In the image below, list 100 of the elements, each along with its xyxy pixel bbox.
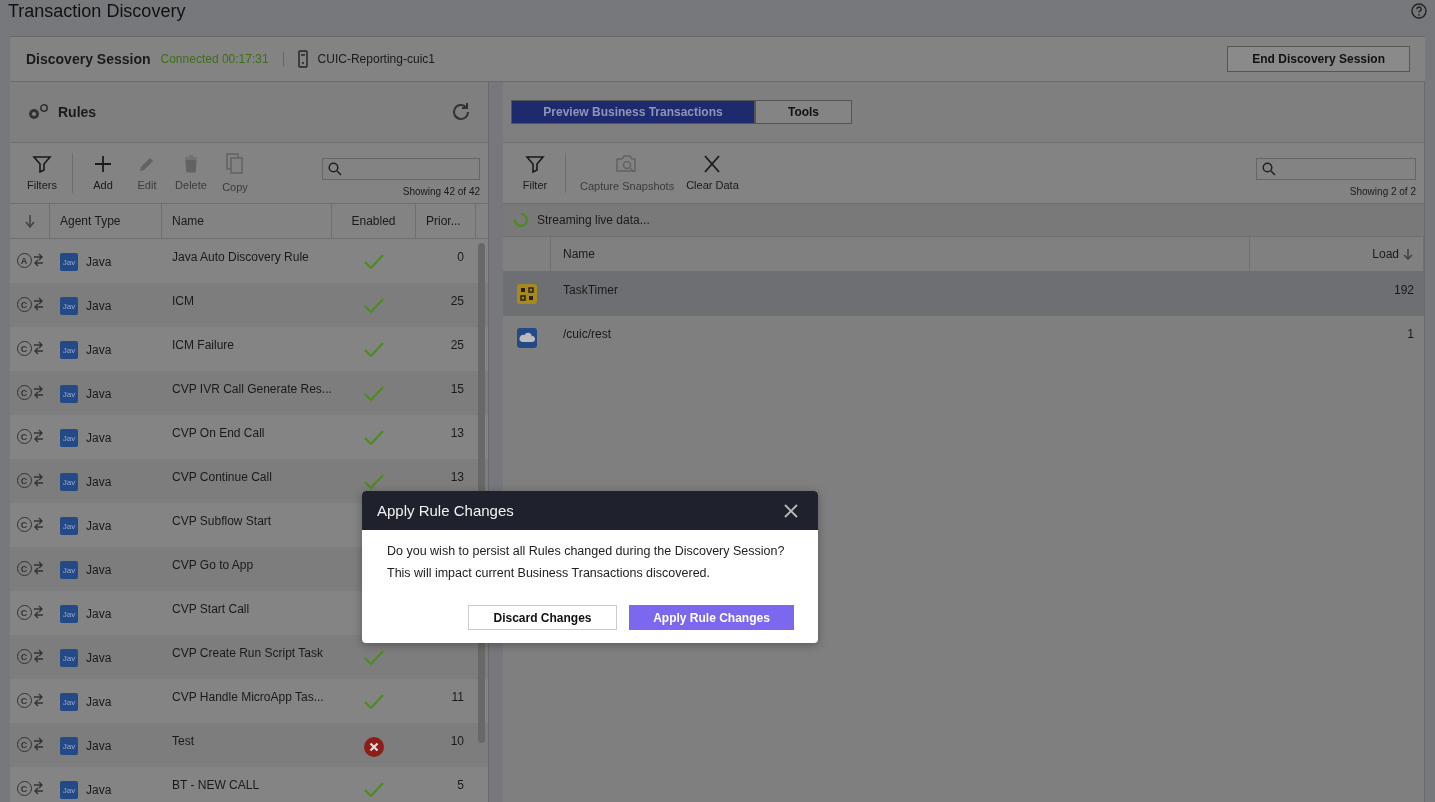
table-cell-text: Java bbox=[86, 518, 112, 535]
close-icon[interactable] bbox=[784, 503, 798, 518]
loading-spinner-icon bbox=[513, 212, 529, 228]
table-cell-text: Java bbox=[86, 342, 112, 359]
table-cell-text: Java bbox=[86, 254, 112, 271]
refresh-icon[interactable] bbox=[450, 101, 472, 123]
host-name: CUIC-Reporting-cuic1 bbox=[317, 52, 435, 66]
table-cell-text: Java bbox=[86, 386, 112, 403]
table-cell: 13 bbox=[450, 426, 464, 440]
column-header[interactable]: Load bbox=[1372, 247, 1399, 261]
java-logo: Jav bbox=[60, 385, 78, 403]
table-cell: 10 bbox=[450, 734, 464, 748]
swap-arrows-icon bbox=[32, 561, 44, 575]
table-cell: CVP Create Run Script Task bbox=[172, 646, 323, 660]
java-logo: Jav bbox=[60, 429, 78, 447]
add-tool-button[interactable]: Add bbox=[81, 151, 125, 195]
table-cell: 11 bbox=[451, 690, 464, 704]
table-cell-text: Java bbox=[86, 738, 112, 755]
table-cell: Test bbox=[172, 734, 194, 748]
cloud-icon bbox=[517, 328, 537, 348]
transaction-row[interactable]: TaskTimer 192 bbox=[503, 272, 1424, 316]
page-title: Transaction Discovery bbox=[8, 1, 186, 22]
result-count: Showing 42 of 42 bbox=[402, 185, 480, 197]
swap-arrows-icon bbox=[32, 605, 44, 619]
tab[interactable]: Tools bbox=[755, 100, 852, 124]
copy-icon bbox=[225, 153, 245, 175]
plus-icon bbox=[93, 155, 113, 173]
gears-icon bbox=[26, 103, 50, 121]
java-logo: Jav bbox=[60, 253, 78, 271]
session-label: Discovery Session bbox=[26, 51, 151, 67]
sort-down-icon[interactable] bbox=[1403, 248, 1413, 260]
java-logo: Jav bbox=[60, 561, 78, 579]
swap-arrows-icon bbox=[32, 473, 44, 487]
table-cell: CVP IVR Call Generate Res... bbox=[172, 382, 332, 396]
table-cell: CVP Handle MicroApp Tas... bbox=[172, 690, 324, 704]
table-cell-text: Java bbox=[86, 474, 112, 491]
filter-tool-button[interactable]: Filter bbox=[513, 151, 557, 195]
table-cell: 25 bbox=[450, 294, 464, 308]
search-field[interactable] bbox=[322, 157, 480, 180]
filter-icon bbox=[32, 155, 52, 173]
table-cell-text: Java bbox=[86, 694, 112, 711]
swap-arrows-icon bbox=[32, 693, 44, 707]
java-logo: Jav bbox=[60, 517, 78, 535]
search-icon bbox=[1262, 161, 1276, 176]
table-cell: CVP Continue Call bbox=[172, 470, 272, 484]
swap-arrows-icon bbox=[32, 781, 44, 795]
table-cell: 13 bbox=[450, 470, 464, 484]
table-cell: 15 bbox=[450, 382, 464, 396]
close-icon bbox=[702, 155, 723, 173]
table-cell: CVP Subflow Start bbox=[172, 514, 272, 528]
java-logo: Jav bbox=[60, 737, 78, 755]
streaming-status: Streaming live data... bbox=[537, 213, 650, 227]
column-header[interactable]: Prior... bbox=[416, 204, 476, 238]
session-status: Connected 00:17:31 bbox=[160, 52, 269, 66]
swap-arrows-icon bbox=[32, 341, 44, 355]
table-cell-text: TaskTimer bbox=[563, 283, 618, 299]
column-header[interactable]: Name bbox=[162, 204, 332, 238]
dialog-message: Do you wish to persist all Rules changed during the Discovery Session? bbox=[387, 544, 786, 558]
table-cell: BT - NEW CALL bbox=[172, 778, 260, 792]
search-field[interactable] bbox=[1256, 157, 1416, 180]
table-cell-text: Java bbox=[86, 298, 112, 315]
table-cell: Java Auto Discovery Rule bbox=[172, 250, 309, 264]
column-header[interactable]: Name bbox=[551, 237, 1250, 271]
table-cell: ICM Failure bbox=[172, 338, 234, 352]
table-cell: CVP Start Call bbox=[172, 602, 250, 616]
end-session-button[interactable]: End Discovery Session bbox=[1227, 46, 1410, 72]
table-cell-text: Java bbox=[86, 562, 112, 579]
help-icon[interactable] bbox=[1411, 3, 1427, 19]
discard-button[interactable]: Discard Changes bbox=[468, 605, 617, 630]
java-logo: Jav bbox=[60, 693, 78, 711]
java-logo: Jav bbox=[60, 649, 78, 667]
swap-arrows-icon bbox=[32, 517, 44, 531]
filter-tool-button[interactable]: Filters bbox=[20, 151, 64, 195]
result-count: Showing 2 of 2 bbox=[1349, 185, 1416, 197]
java-logo: Jav bbox=[60, 297, 78, 315]
table-cell: CVP Go to App bbox=[172, 558, 254, 572]
grid-tile-icon bbox=[517, 284, 537, 304]
java-logo: Jav bbox=[60, 605, 78, 623]
column-header[interactable]: Agent Type bbox=[50, 204, 162, 238]
table-cell-text: Java bbox=[86, 430, 112, 447]
table-cell-text: Java bbox=[86, 650, 112, 667]
filter-icon bbox=[525, 155, 545, 173]
swap-arrows-icon bbox=[32, 297, 44, 311]
table-cell: ICM bbox=[172, 294, 194, 308]
apply-button[interactable]: Apply Rule Changes bbox=[629, 605, 794, 630]
table-cell-text: 192 bbox=[1393, 283, 1414, 299]
swap-arrows-icon bbox=[32, 737, 44, 751]
tab[interactable]: Preview Business Transactions bbox=[511, 100, 755, 124]
java-logo: Jav bbox=[60, 341, 78, 359]
table-cell: 25 bbox=[450, 338, 464, 352]
column-header[interactable]: Enabled bbox=[332, 204, 416, 238]
table-cell-text: Java bbox=[86, 606, 112, 623]
server-icon bbox=[297, 50, 308, 68]
clear-tool-button[interactable]: Clear Data bbox=[680, 151, 745, 195]
swap-arrows-icon bbox=[32, 429, 44, 443]
table-cell: 0 bbox=[457, 250, 464, 264]
sort-down-icon[interactable] bbox=[24, 214, 35, 228]
table-cell-text: 1 bbox=[1407, 327, 1414, 343]
rules-title: Rules bbox=[58, 104, 97, 120]
table-cell: CVP On End Call bbox=[172, 426, 265, 440]
